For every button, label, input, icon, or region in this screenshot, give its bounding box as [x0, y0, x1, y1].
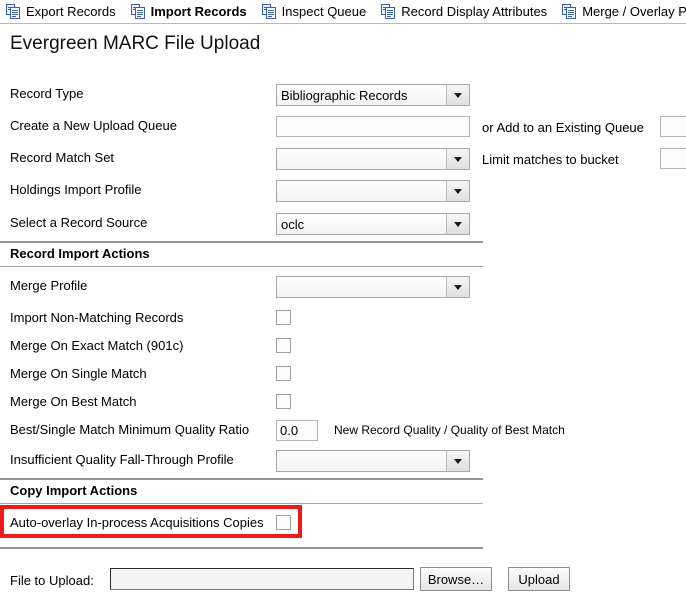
record-type-value: Bibliographic Records	[281, 87, 408, 103]
quality-ratio-input[interactable]	[276, 420, 318, 441]
fallthrough-profile-label: Insufficient Quality Fall-Through Profil…	[10, 452, 234, 467]
tab-import-records[interactable]: Import Records	[125, 1, 256, 23]
section-title: Record Import Actions	[10, 246, 150, 261]
limit-bucket-input[interactable]	[660, 148, 686, 169]
fallthrough-profile-value	[277, 451, 446, 471]
create-queue-input[interactable]	[276, 116, 470, 137]
page-title: Evergreen MARC File Upload	[10, 33, 261, 54]
documents-icon	[6, 4, 20, 19]
merge-profile-label: Merge Profile	[10, 278, 88, 293]
holdings-profile-value	[277, 181, 446, 201]
section-rule-top	[0, 241, 483, 243]
import-non-matching-label: Import Non-Matching Records	[10, 310, 184, 325]
record-match-set-select[interactable]	[276, 148, 470, 170]
documents-icon	[381, 4, 396, 19]
merge-profile-value	[277, 277, 446, 297]
record-match-set-label: Record Match Set	[10, 150, 115, 165]
chevron-down-icon	[446, 85, 469, 105]
file-to-upload-label: File to Upload:	[10, 573, 94, 588]
section-rule-bottom	[0, 266, 483, 267]
file-path-input[interactable]	[110, 568, 414, 590]
merge-profile-select[interactable]	[276, 276, 470, 298]
field-row-import-non-matching: Import Non-Matching Records	[0, 306, 686, 332]
tab-bar: Export Records Import Records Inspect Qu…	[0, 0, 686, 24]
chevron-down-icon	[446, 214, 469, 234]
tab-record-display-attributes[interactable]: Record Display Attributes	[375, 1, 556, 23]
quality-ratio-hint: New Record Quality / Quality of Best Mat…	[334, 423, 565, 437]
section-title: Copy Import Actions	[10, 483, 138, 498]
merge-exact-match-label: Merge On Exact Match (901c)	[10, 338, 184, 353]
chevron-down-icon	[446, 451, 469, 471]
upload-button[interactable]: Upload	[508, 567, 570, 591]
section-rule-top	[0, 478, 483, 480]
section-rule-bottom	[0, 503, 483, 504]
file-upload-row: File to Upload: Browse… Upload	[0, 567, 686, 595]
holdings-profile-select[interactable]	[276, 180, 470, 202]
field-row-auto-overlay: Auto-overlay In-process Acquisitions Cop…	[0, 511, 686, 537]
record-source-select[interactable]: oclc	[276, 213, 470, 235]
field-row-record-match-set: Record Match Set Limit matches to bucket	[0, 146, 686, 172]
tab-merge-overlay-profile[interactable]: Merge / Overlay Profile	[556, 1, 686, 23]
field-row-upload-queue: Create a New Upload Queue or Add to an E…	[0, 114, 686, 140]
existing-queue-label: or Add to an Existing Queue	[482, 120, 644, 135]
field-row-merge-profile: Merge Profile	[0, 274, 686, 300]
create-queue-label: Create a New Upload Queue	[10, 118, 177, 133]
auto-overlay-label: Auto-overlay In-process Acquisitions Cop…	[10, 515, 264, 530]
documents-icon	[261, 4, 276, 19]
field-row-record-type: Record Type Bibliographic Records	[0, 82, 686, 108]
quality-ratio-label: Best/Single Match Minimum Quality Ratio	[10, 422, 250, 437]
documents-icon	[562, 4, 577, 19]
chevron-down-icon	[446, 277, 469, 297]
tab-export-records[interactable]: Export Records	[0, 1, 125, 23]
fallthrough-profile-select[interactable]	[276, 450, 470, 472]
section-copy-import-actions: Copy Import Actions	[0, 478, 483, 504]
merge-single-match-checkbox[interactable]	[276, 366, 291, 381]
documents-icon	[130, 4, 145, 19]
field-row-merge-exact-match: Merge On Exact Match (901c)	[0, 334, 686, 360]
record-match-set-value	[277, 149, 446, 169]
tab-label: Inspect Queue	[281, 4, 367, 19]
holdings-profile-label: Holdings Import Profile	[10, 182, 142, 197]
chevron-down-icon	[446, 181, 469, 201]
record-type-select[interactable]: Bibliographic Records	[276, 84, 470, 106]
record-type-label: Record Type	[10, 86, 84, 101]
field-row-holdings-profile: Holdings Import Profile	[0, 178, 686, 204]
field-row-quality-ratio: Best/Single Match Minimum Quality Ratio …	[0, 418, 686, 444]
limit-bucket-label: Limit matches to bucket	[482, 152, 619, 167]
record-source-label: Select a Record Source	[10, 215, 148, 230]
tab-label: Export Records	[26, 4, 116, 19]
merge-best-match-checkbox[interactable]	[276, 394, 291, 409]
tab-label: Record Display Attributes	[401, 4, 548, 19]
field-row-merge-best-match: Merge On Best Match	[0, 390, 686, 416]
section-record-import-actions: Record Import Actions	[0, 241, 483, 267]
merge-best-match-label: Merge On Best Match	[10, 394, 137, 409]
field-row-record-source: Select a Record Source oclc	[0, 211, 686, 237]
tab-label: Import Records	[150, 4, 247, 19]
field-row-fallthrough-profile: Insufficient Quality Fall-Through Profil…	[0, 448, 686, 474]
existing-queue-input[interactable]	[660, 116, 686, 137]
record-source-value: oclc	[281, 216, 305, 232]
tab-label: Merge / Overlay Profile	[582, 4, 686, 19]
tab-inspect-queue[interactable]: Inspect Queue	[256, 1, 376, 23]
import-non-matching-checkbox[interactable]	[276, 310, 291, 325]
auto-overlay-checkbox[interactable]	[276, 515, 291, 530]
bottom-divider	[0, 547, 483, 549]
merge-exact-match-checkbox[interactable]	[276, 338, 291, 353]
browse-button[interactable]: Browse…	[420, 567, 492, 591]
merge-single-match-label: Merge On Single Match	[10, 366, 147, 381]
chevron-down-icon	[446, 149, 469, 169]
field-row-merge-single-match: Merge On Single Match	[0, 362, 686, 388]
